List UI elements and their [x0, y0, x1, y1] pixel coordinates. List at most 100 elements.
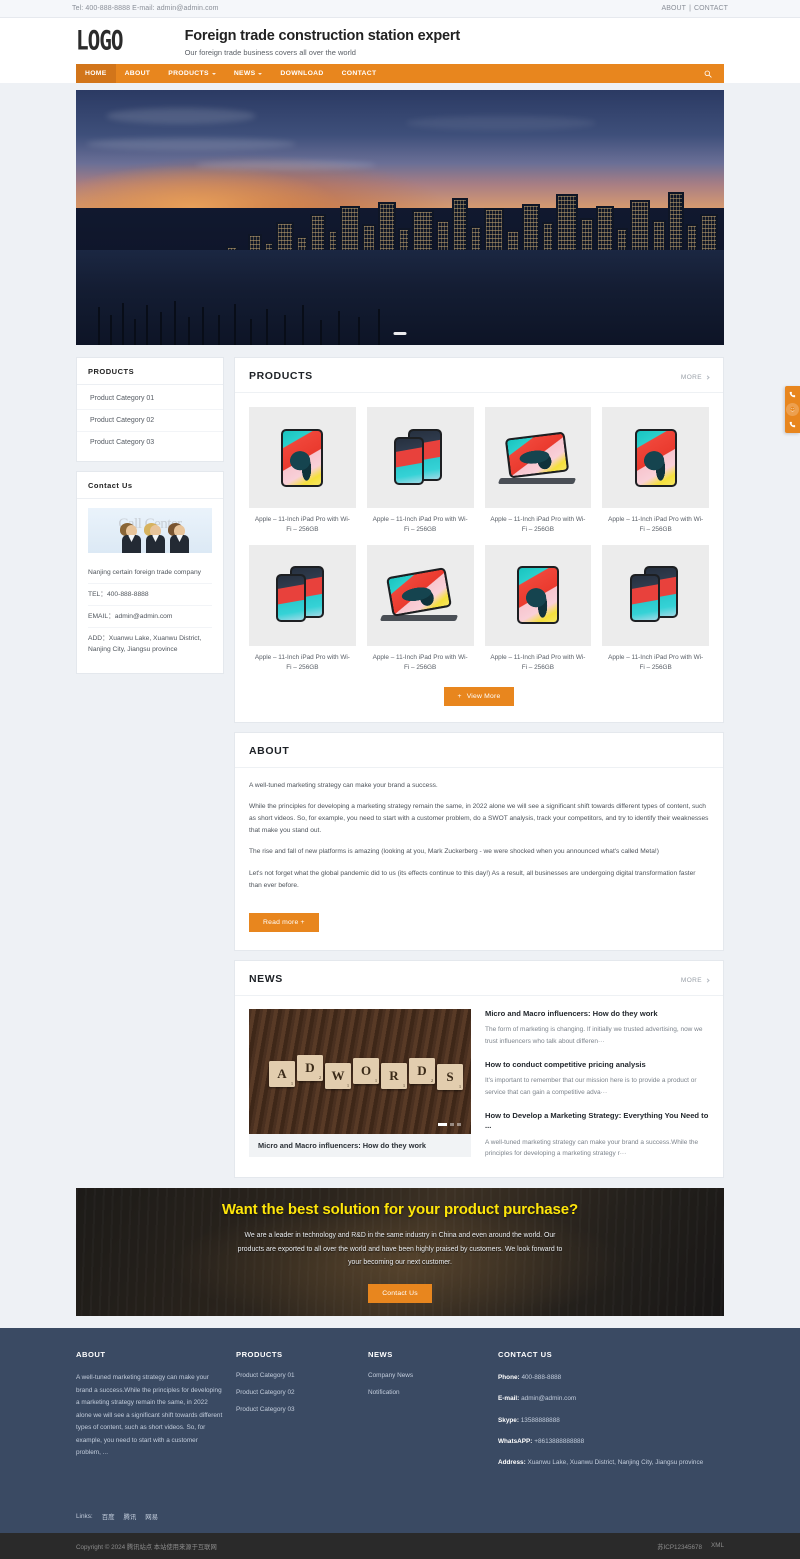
product-title: Apple – 11-Inch iPad Pro with Wi-Fi – 25…	[608, 653, 704, 671]
plus-icon: +	[457, 692, 462, 700]
product-card[interactable]: Apple – 11-Inch iPad Pro with Wi-Fi – 25…	[602, 544, 709, 673]
footer-email: E-mail: admin@admin.com	[498, 1393, 724, 1404]
sidebar-products-list: Product Category 01 Product Category 02 …	[77, 385, 223, 461]
footer-friend-link-netease[interactable]: 网易	[145, 1512, 158, 1521]
footer-link-category-01[interactable]: Product Category 01	[236, 1372, 368, 1379]
view-more-row: + View More	[235, 677, 723, 722]
nav-item-contact[interactable]: CONTACT	[333, 64, 386, 83]
sidebar-item-category-01[interactable]: Product Category 01	[77, 388, 223, 410]
about-section-title: ABOUT	[249, 744, 290, 757]
news-item-desc: The form of marketing is changing. If in…	[485, 1026, 703, 1045]
floating-phone-button[interactable]	[786, 388, 799, 401]
cta-content: Want the best solution for your product …	[76, 1201, 724, 1304]
news-carousel-dots[interactable]	[438, 1123, 461, 1126]
news-list-item[interactable]: How to conduct competitive pricing analy…	[485, 1060, 709, 1098]
product-title: Apple – 11-Inch iPad Pro with Wi-Fi – 25…	[254, 516, 350, 533]
product-thumbnail	[602, 407, 709, 508]
about-body: A well-tuned marketing strategy can make…	[235, 768, 723, 950]
sidebar-item-category-03[interactable]: Product Category 03	[77, 432, 223, 453]
xml-link[interactable]: XML	[711, 1542, 724, 1551]
footer-columns: ABOUT A well-tuned marketing strategy ca…	[76, 1350, 724, 1478]
nav-item-download[interactable]: DOWNLOAD	[271, 64, 332, 83]
tablet-pair-icon	[394, 428, 446, 487]
products-more-link[interactable]: MORE	[681, 374, 710, 381]
tablet-stand-icon	[380, 567, 459, 622]
topbar-about-link[interactable]: ABOUT	[661, 5, 686, 12]
floating-mobile-button[interactable]	[786, 418, 799, 431]
product-card[interactable]: Apple – 11-Inch iPad Pro with Wi-Fi – 25…	[484, 407, 592, 535]
chevron-down-icon	[258, 72, 263, 75]
footer-email-label: E-mail:	[498, 1395, 520, 1403]
chevron-down-icon	[211, 72, 216, 75]
view-more-button[interactable]: + View More	[443, 686, 515, 706]
products-section: PRODUCTS MORE Apple – 11-Inch iPad Pro w…	[234, 357, 724, 723]
footer-address-value: Xuanwu Lake, Xuanwu District, Nanjing Ci…	[527, 1459, 704, 1467]
footer-link-company-news[interactable]: Company News	[368, 1372, 498, 1379]
nav-item-home[interactable]: HOME	[76, 64, 116, 83]
tablet-pair-icon	[629, 566, 682, 624]
tablet-pair-icon	[276, 566, 328, 624]
product-card[interactable]: Apple – 11-Inch iPad Pro with Wi-Fi – 25…	[249, 544, 356, 673]
product-card[interactable]: Apple – 11-Inch iPad Pro with Wi-Fi – 25…	[602, 407, 709, 535]
about-paragraph: While the principles for developing a ma…	[249, 802, 709, 835]
nav-item-news[interactable]: NEWS	[225, 64, 272, 83]
footer-friend-link-baidu[interactable]: 百度	[102, 1512, 115, 1521]
footer-link-notification[interactable]: Notification	[368, 1389, 498, 1396]
product-card[interactable]: Apple – 11-Inch iPad Pro with Wi-Fi – 25…	[366, 544, 474, 673]
topbar-separator: |	[689, 5, 691, 12]
hero-banner[interactable]	[76, 90, 724, 345]
hero-pier	[76, 297, 724, 345]
floating-qq-button[interactable]	[786, 403, 799, 416]
icp-link[interactable]: 苏ICP12345678	[657, 1542, 702, 1551]
cta-contact-button[interactable]: Contact Us	[368, 1284, 432, 1304]
call-center-image: Call Center	[88, 508, 212, 553]
nav-search-button[interactable]	[692, 64, 724, 83]
page-root: Tel: 400-888-8888 E-mail: admin@admin.co…	[0, 0, 800, 1559]
news-list-item[interactable]: Micro and Macro influencers: How do they…	[485, 1009, 709, 1047]
footer-skype-label: Skype:	[498, 1416, 519, 1424]
about-paragraph: Let's not forget what the global pandemi…	[249, 869, 696, 889]
footer-link-category-03[interactable]: Product Category 03	[236, 1406, 368, 1413]
product-card[interactable]: Apple – 11-Inch iPad Pro with Wi-Fi – 25…	[484, 544, 592, 673]
about-section: ABOUT A well-tuned marketing strategy ca…	[234, 731, 724, 951]
carousel-dot-active[interactable]	[438, 1123, 447, 1126]
cta-wrapper: Want the best solution for your product …	[0, 1178, 800, 1317]
hero-carousel-indicator[interactable]	[393, 332, 407, 335]
nav-wrapper: HOME ABOUT PRODUCTS NEWS DOWNLOAD CONTAC…	[0, 64, 800, 83]
footer-links-label: Links:	[76, 1513, 93, 1521]
news-section: NEWS MORE A1 D2 W1 O1 R1 D 2 S 1 Micro a…	[234, 960, 724, 1179]
product-thumbnail	[484, 407, 592, 508]
cloud-shape	[196, 160, 376, 170]
sidebar-item-category-02[interactable]: Product Category 02	[77, 410, 223, 432]
cloud-shape	[86, 138, 296, 150]
carousel-dot[interactable]	[450, 1123, 454, 1126]
tablet-front-icon	[516, 566, 559, 625]
product-title: Apple – 11-Inch iPad Pro with Wi-Fi – 25…	[372, 516, 468, 533]
product-card[interactable]: Apple – 11-Inch iPad Pro with Wi-Fi – 25…	[366, 407, 474, 535]
footer-friend-link-tencent[interactable]: 腾讯	[123, 1512, 136, 1521]
topbar-links: ABOUT | CONTACT	[661, 5, 728, 12]
news-featured-caption: Micro and Macro influencers: How do they…	[249, 1134, 471, 1157]
nav-item-products[interactable]: PRODUCTS	[159, 64, 225, 83]
content-column: PRODUCTS MORE Apple – 11-Inch iPad Pro w…	[234, 357, 724, 1179]
topbar-contact-text: Tel: 400-888-8888 E-mail: admin@admin.co…	[72, 5, 219, 12]
carousel-dot[interactable]	[457, 1123, 461, 1126]
copyright-text: Copyright © 2024 腾讯站点 本站使用来源于互联网	[76, 1543, 217, 1551]
news-featured[interactable]: A1 D2 W1 O1 R1 D2 S1 Micro and Macro inf…	[249, 1009, 471, 1159]
read-more-button[interactable]: Read more +	[249, 913, 319, 932]
topbar-contact-link[interactable]: CONTACT	[694, 5, 728, 12]
footer-about-column: ABOUT A well-tuned marketing strategy ca…	[76, 1350, 236, 1478]
product-card[interactable]: Apple – 11-Inch iPad Pro with Wi-Fi – 25…	[249, 407, 356, 535]
news-item-desc: It's important to remember that our miss…	[485, 1077, 697, 1096]
news-list-item[interactable]: How to Develop a Marketing Strategy: Eve…	[485, 1111, 709, 1159]
nav-item-about[interactable]: ABOUT	[116, 64, 160, 83]
news-item-title: How to Develop a Marketing Strategy: Eve…	[485, 1111, 709, 1131]
news-more-link[interactable]: MORE	[681, 977, 710, 984]
chevron-right-icon	[705, 375, 710, 380]
product-thumbnail	[602, 544, 709, 646]
site-logo[interactable]: LOGO	[76, 27, 124, 54]
footer-phone-label: Phone:	[498, 1374, 520, 1382]
main-content-wrapper: PRODUCTS Product Category 01 Product Cat…	[0, 345, 800, 1179]
footer-link-category-02[interactable]: Product Category 02	[236, 1389, 368, 1396]
mobile-icon	[789, 421, 796, 428]
